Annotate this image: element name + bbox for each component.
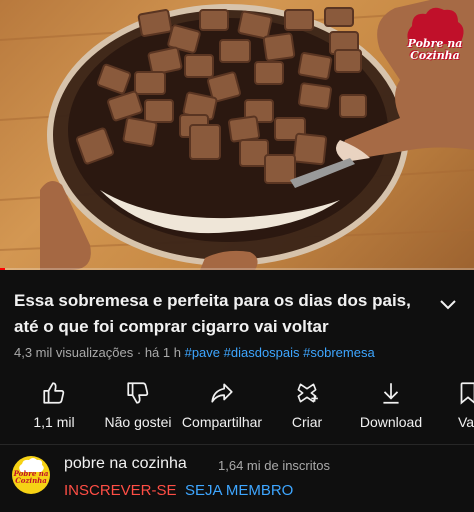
avatar-text: Pobre na Cozinha: [13, 469, 49, 485]
video-title-line-2: até o que foi comprar cigarro vai voltar: [14, 317, 329, 336]
create-icon: [297, 383, 318, 403]
hashtag-link[interactable]: #pave: [185, 345, 220, 360]
subscribe-button[interactable]: INSCREVER-SE: [64, 482, 177, 499]
share-label: Compartilhar: [181, 414, 263, 430]
join-button[interactable]: SEJA MEMBRO: [185, 482, 293, 499]
download-label: Download: [359, 414, 423, 430]
channel-avatar[interactable]: Pobre na Cozinha: [12, 456, 50, 494]
thumbs-down-icon: [127, 382, 149, 404]
hashtag-link[interactable]: #sobremesa: [303, 345, 375, 360]
download-button[interactable]: Download: [349, 376, 433, 432]
video-progress-bar[interactable]: [0, 268, 474, 270]
video-title[interactable]: Essa sobremesa e perfeita para os dias d…: [14, 288, 444, 340]
share-button[interactable]: Compartilhar: [180, 376, 264, 432]
like-button[interactable]: 1,1 mil: [12, 376, 96, 432]
share-icon: [211, 383, 233, 403]
meta-separator: ·: [136, 345, 142, 360]
video-player[interactable]: Pobre na Cozinha: [0, 0, 474, 270]
video-title-line-1: Essa sobremesa e perfeita para os dias d…: [14, 291, 411, 310]
view-count: 4,3 mil visualizações: [14, 345, 134, 360]
create-button[interactable]: Criar: [265, 376, 349, 432]
expand-description-button[interactable]: [436, 292, 460, 316]
chevron-down-icon: [440, 300, 456, 310]
video-meta: 4,3 mil visualizações · há 1 h #pave #di…: [14, 345, 375, 360]
download-icon: [383, 383, 399, 404]
subscriber-count: 1,64 mi de inscritos: [218, 458, 330, 473]
dislike-button[interactable]: Não gostei: [96, 376, 180, 432]
action-bar: 1,1 mil Não gostei Compartilhar Criar Do…: [0, 376, 474, 436]
save-button[interactable]: Va: [425, 376, 474, 432]
create-label: Criar: [291, 414, 323, 430]
channel-name[interactable]: pobre na cozinha: [64, 455, 187, 473]
hashtag-link[interactable]: #diasdospais: [224, 345, 300, 360]
divider: [0, 444, 474, 445]
video-progress-fill: [0, 268, 5, 270]
thumbs-up-icon: [43, 382, 65, 404]
dislike-label: Não gostei: [104, 414, 172, 430]
save-label: Va: [458, 414, 474, 430]
watermark-text: Pobre na Cozinha: [407, 37, 463, 62]
upload-age: há 1 h: [144, 345, 181, 360]
save-icon: [460, 382, 474, 405]
like-count: 1,1 mil: [33, 414, 75, 430]
channel-watermark: Pobre na Cozinha: [400, 4, 470, 74]
